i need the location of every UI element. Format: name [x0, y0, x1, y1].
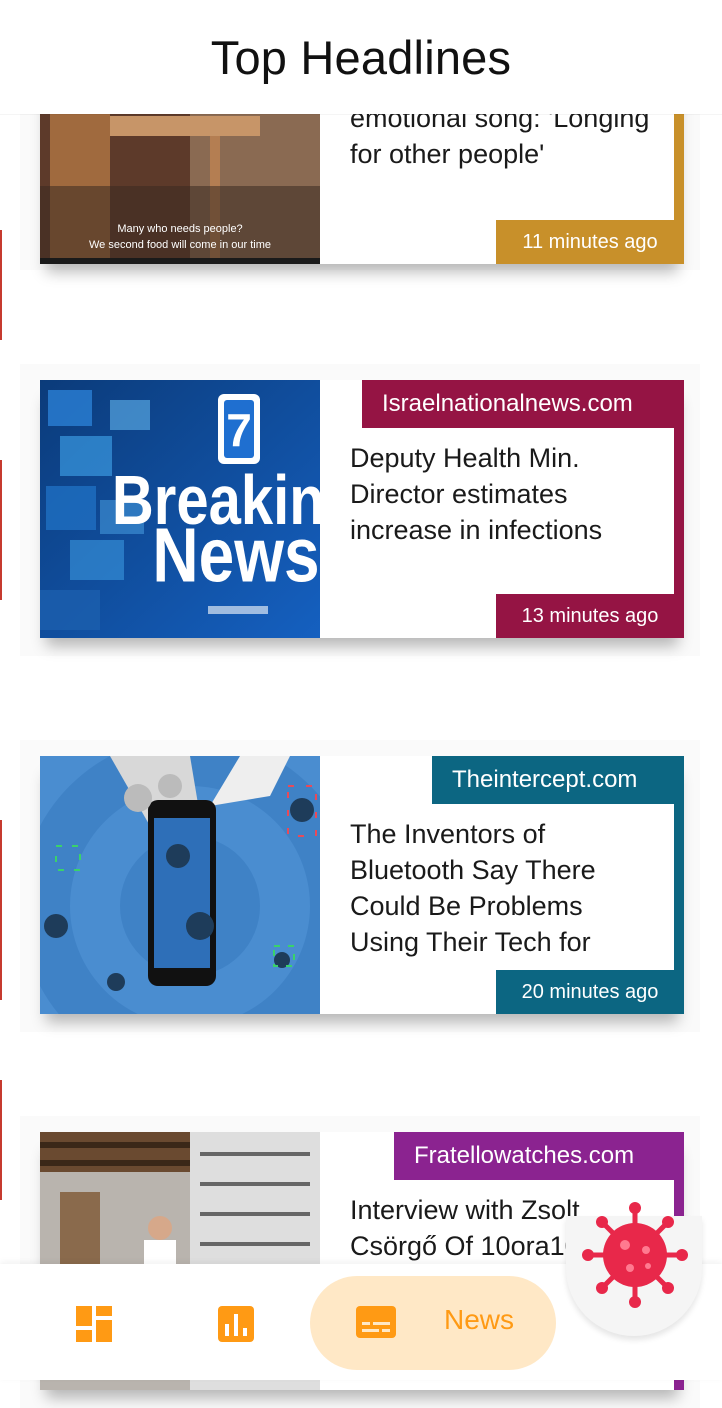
article-source[interactable]: Theintercept.com — [432, 756, 684, 804]
article-headline: The Inventors of Bluetooth Say There Cou… — [350, 819, 596, 957]
headlines-feed[interactable]: Many who needs people? We second food wi… — [0, 0, 722, 1408]
article-source[interactable]: Fratellowatches.com — [394, 1132, 684, 1180]
article-thumbnail: 7 Breaking News — [40, 380, 320, 638]
svg-text:We second food will come in ou: We second food will come in our time — [89, 239, 271, 251]
nav-stats-button[interactable] — [206, 1294, 266, 1354]
svg-text:Many who needs people?: Many who needs people? — [117, 223, 242, 235]
article-time: 11 minutes ago — [496, 220, 684, 264]
bar-chart-icon — [218, 1306, 254, 1342]
app-bar: Top Headlines — [0, 0, 722, 114]
article-source[interactable]: Israelnationalnews.com — [362, 380, 684, 428]
article-card[interactable]: Theintercept.com The Inventors of Blueto… — [40, 756, 684, 1014]
article-time: 20 minutes ago — [496, 970, 684, 1014]
thumb-badge-number: 7 — [226, 404, 252, 456]
article-time: 13 minutes ago — [496, 594, 684, 638]
article-card[interactable]: 7 Breaking News Israelnationalnews.com D… — [40, 380, 684, 638]
thumb-text-news: News — [152, 512, 319, 598]
virus-icon — [582, 1202, 688, 1308]
nav-dashboard-button[interactable] — [64, 1294, 124, 1354]
dashboard-icon — [76, 1306, 112, 1342]
article-thumbnail — [40, 756, 320, 1014]
nav-news-label: News — [444, 1304, 515, 1335]
page-title: Top Headlines — [210, 31, 512, 84]
news-icon — [356, 1306, 396, 1338]
nav-news-button[interactable]: News — [310, 1276, 556, 1370]
article-headline: Deputy Health Min. Director estimates in… — [350, 443, 603, 545]
covid-fab-button[interactable] — [580, 1200, 690, 1310]
